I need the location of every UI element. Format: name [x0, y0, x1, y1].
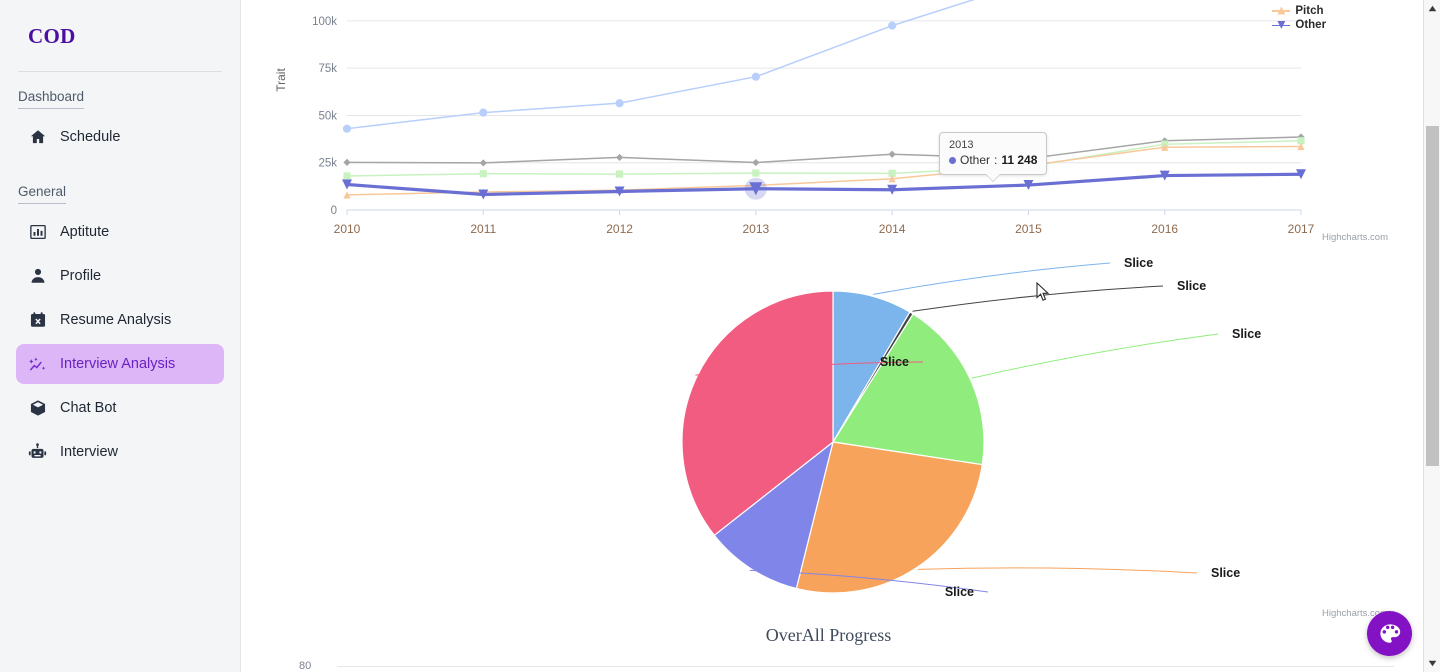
user-icon: [28, 267, 47, 286]
sidebar-divider: [18, 71, 222, 72]
pie-slice-label: Slice: [880, 355, 909, 369]
y-axis-tick-label: 100k: [312, 16, 337, 28]
main-content: 025k50k75k100k125kTrait20102011201220132…: [241, 0, 1440, 672]
app-logo[interactable]: COD: [0, 0, 240, 49]
legend-item-label: Other: [1295, 19, 1327, 32]
sidebar: COD Dashboard Schedule General Aptitute …: [0, 0, 241, 672]
sidebar-item-label: Aptitute: [60, 224, 110, 240]
line-chart-legend: GesturesToneConfidencePitchOther: [1272, 0, 1358, 32]
tooltip-header: 2013: [949, 139, 974, 151]
bottom-partial-chart: 80: [241, 648, 1416, 672]
sidebar-item-label: Schedule: [60, 129, 121, 145]
robot-icon: [28, 442, 47, 462]
y-axis-label: Trait: [274, 68, 288, 92]
sidebar-item-label: Interview: [60, 444, 119, 460]
tooltip-value: 11 248: [1001, 153, 1038, 167]
app-root: COD Dashboard Schedule General Aptitute …: [0, 0, 1440, 672]
sidebar-item-label: Interview Analysis: [60, 356, 176, 372]
pie-label-leader-line: [873, 262, 1111, 295]
sidebar-item-interview-analysis[interactable]: Interview Analysis: [16, 344, 224, 384]
sidebar-item-label: Resume Analysis: [60, 312, 172, 328]
legend-symbol-icon: [1272, 0, 1290, 2]
y-axis-tick-label: 75k: [318, 63, 337, 75]
sidebar-item-schedule[interactable]: Schedule: [16, 117, 224, 157]
y-axis-tick-label: 0: [331, 205, 337, 217]
palette-icon: [1379, 623, 1400, 643]
bottom-chart-tick-label: 80: [299, 660, 312, 672]
pie-label-leader-line: [912, 285, 1164, 312]
tooltip-separator: :: [994, 153, 998, 167]
theme-palette-button[interactable]: [1367, 611, 1412, 656]
sidebar-section-dashboard: Dashboard: [18, 89, 85, 109]
tooltip-row: Other: 11 248: [949, 153, 1037, 167]
x-axis-tick-label: 2011: [470, 222, 496, 236]
legend-item-other[interactable]: Other: [1272, 18, 1358, 32]
pie-chart-svg: Slice Slice Slice Slice Slice Slice: [681, 256, 1261, 599]
cube-icon: [28, 399, 47, 418]
line-chart-svg: 025k50k75k100k125kTrait20102011201220132…: [274, 0, 1315, 236]
tooltip-series-dot: [949, 156, 956, 164]
pie-slice-label: Slice: [945, 585, 974, 599]
calendar-x-icon: [28, 311, 47, 330]
sidebar-item-label: Profile: [60, 268, 102, 284]
y-axis-tick-label: 25k: [318, 158, 337, 170]
bar-chart-icon: [28, 223, 47, 242]
x-axis-tick-label: 2013: [743, 222, 770, 236]
scroll-down-icon[interactable]: [1424, 655, 1440, 672]
x-axis-tick-label: 2016: [1151, 222, 1178, 236]
x-axis-tick-label: 2015: [1015, 222, 1042, 236]
sidebar-item-aptitute[interactable]: Aptitute: [16, 212, 224, 252]
sidebar-item-label: Chat Bot: [60, 400, 117, 416]
legend-symbol-icon: [1272, 20, 1291, 30]
page-scrollbar[interactable]: [1423, 0, 1440, 672]
pie-slice-label: Slice: [1177, 279, 1206, 293]
pie-slice-label: Slice: [1124, 256, 1153, 270]
sidebar-general-list: Aptitute Profile Resume Analysis Intervi…: [0, 212, 240, 472]
bottom-chart-gridline: [337, 666, 1394, 667]
sidebar-dashboard-list: Schedule: [0, 117, 240, 157]
pie-slice-label: Slice: [1211, 566, 1240, 580]
legend-item-label: Pitch: [1295, 4, 1324, 17]
legend-symbol-icon: [1272, 6, 1291, 16]
legend-item-pitch[interactable]: Pitch: [1272, 4, 1358, 18]
sidebar-item-chat-bot[interactable]: Chat Bot: [16, 388, 224, 428]
y-axis-tick-label: 50k: [318, 110, 337, 122]
line-series-gestures: [342, 0, 975, 133]
x-axis-tick-label: 2010: [334, 222, 361, 236]
sidebar-item-profile[interactable]: Profile: [16, 256, 224, 296]
line-series-tone: [343, 133, 1305, 167]
scrollbar-thumb[interactable]: [1426, 126, 1439, 466]
sidebar-item-interview[interactable]: Interview: [16, 432, 224, 472]
pie-slice-label: Slice: [1232, 327, 1261, 341]
scroll-up-icon[interactable]: [1424, 0, 1440, 17]
sidebar-section-general: General: [18, 184, 67, 204]
home-icon: [28, 128, 47, 147]
pie-chart-title: OverAll Progress: [765, 625, 892, 645]
tooltip-series-name: Other: [960, 153, 991, 167]
x-axis-tick-label: 2017: [1288, 222, 1315, 236]
line-chart[interactable]: 025k50k75k100k125kTrait20102011201220132…: [241, 0, 1416, 243]
x-axis-tick-label: 2012: [606, 222, 633, 236]
pie-label-leader-line: [917, 567, 1198, 574]
sparkle-chart-icon: [28, 355, 47, 374]
tooltip-arrow: [986, 174, 1001, 181]
sidebar-item-resume-analysis[interactable]: Resume Analysis: [16, 300, 224, 340]
pie-label-leader-line: [971, 333, 1219, 379]
chart-tooltip: 2013 Other: 11 248: [939, 132, 1048, 181]
pie-chart[interactable]: Slice Slice Slice Slice Slice Slice OverAll P…: [241, 240, 1416, 660]
x-axis-tick-label: 2014: [879, 222, 906, 236]
